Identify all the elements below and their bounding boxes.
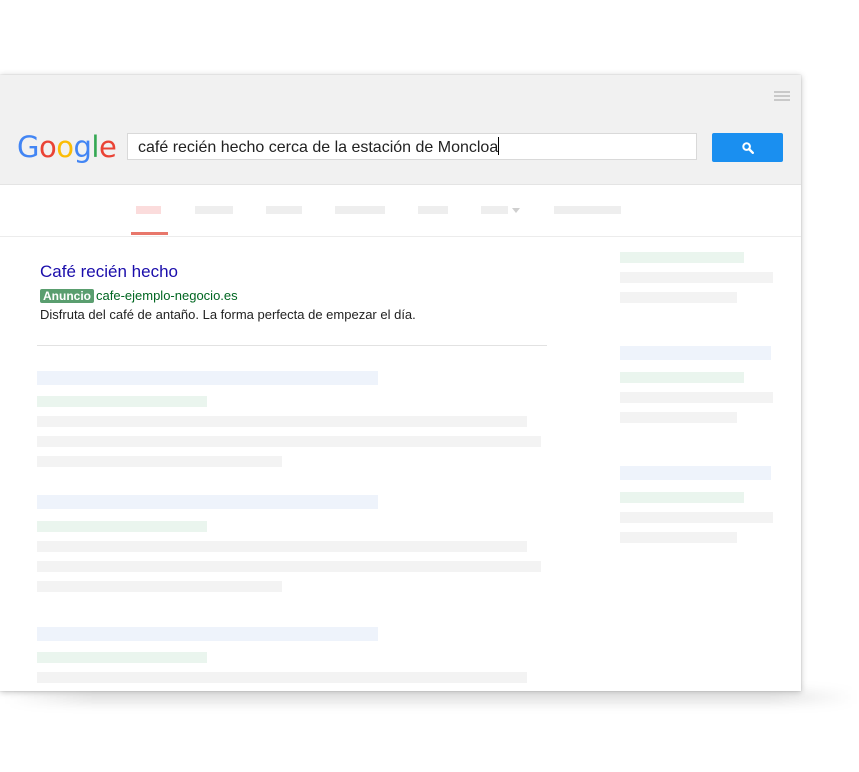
result-text-placeholder: [37, 561, 541, 572]
result-text-placeholder: [37, 436, 541, 447]
magnifier-icon: [741, 141, 754, 154]
logo-letter: l: [91, 130, 99, 164]
hamburger-menu-icon[interactable]: [774, 91, 790, 101]
logo-letter: o: [56, 130, 74, 164]
result-text-placeholder: [37, 581, 282, 592]
search-query-text: café recién hecho cerca de la estación d…: [138, 139, 499, 156]
result-title-placeholder: [37, 495, 378, 509]
tab-tools[interactable]: [554, 206, 621, 214]
active-tab-indicator: [131, 232, 168, 235]
tab-placeholder[interactable]: [195, 206, 233, 214]
ad-title-link[interactable]: Café recién hecho: [40, 262, 178, 282]
logo-letter: g: [73, 130, 92, 164]
ad-divider: [37, 345, 547, 346]
result-url-placeholder: [37, 652, 207, 663]
side-panel-placeholder: [620, 272, 773, 283]
result-text-placeholder: [37, 541, 527, 552]
side-panel-placeholder: [620, 392, 773, 403]
screen: Google café recién hecho cerca de la est…: [0, 0, 859, 772]
logo-letter: G: [17, 130, 39, 164]
ad-url[interactable]: cafe-ejemplo-negocio.es: [96, 288, 238, 304]
side-panel-placeholder: [620, 532, 737, 543]
tab-placeholder[interactable]: [266, 206, 302, 214]
search-button[interactable]: [712, 133, 783, 162]
logo-letter: o: [38, 130, 57, 164]
result-url-placeholder: [37, 521, 207, 532]
side-panel-placeholder: [620, 372, 744, 383]
search-header: Google café recién hecho cerca de la est…: [0, 75, 801, 185]
side-panel-placeholder: [620, 346, 771, 360]
tab-placeholder[interactable]: [335, 206, 385, 214]
tab-all[interactable]: [136, 206, 161, 214]
result-title-placeholder: [37, 627, 378, 641]
result-url-placeholder: [37, 396, 207, 407]
google-logo[interactable]: Google: [17, 129, 117, 165]
side-panel-placeholder: [620, 492, 744, 503]
side-panel-placeholder: [620, 252, 744, 263]
ad-badge: Anuncio: [40, 289, 94, 303]
result-title-placeholder: [37, 371, 378, 385]
caret-down-icon: [512, 208, 520, 213]
text-cursor: [498, 137, 500, 155]
logo-letter: e: [98, 130, 117, 164]
search-input[interactable]: café recién hecho cerca de la estación d…: [127, 133, 697, 160]
side-panel-placeholder: [620, 512, 773, 523]
ad-description: Disfruta del café de antaño. La forma pe…: [40, 307, 416, 322]
search-tabs: [0, 184, 801, 237]
side-panel-placeholder: [620, 412, 737, 423]
tab-placeholder[interactable]: [418, 206, 448, 214]
side-panel-placeholder: [620, 466, 771, 480]
result-text-placeholder: [37, 416, 527, 427]
side-panel-placeholder: [620, 292, 737, 303]
window-shadow: [6, 690, 856, 704]
result-text-placeholder: [37, 456, 282, 467]
result-text-placeholder: [37, 672, 527, 683]
tab-more[interactable]: [481, 206, 508, 214]
browser-window: Google café recién hecho cerca de la est…: [0, 75, 801, 691]
